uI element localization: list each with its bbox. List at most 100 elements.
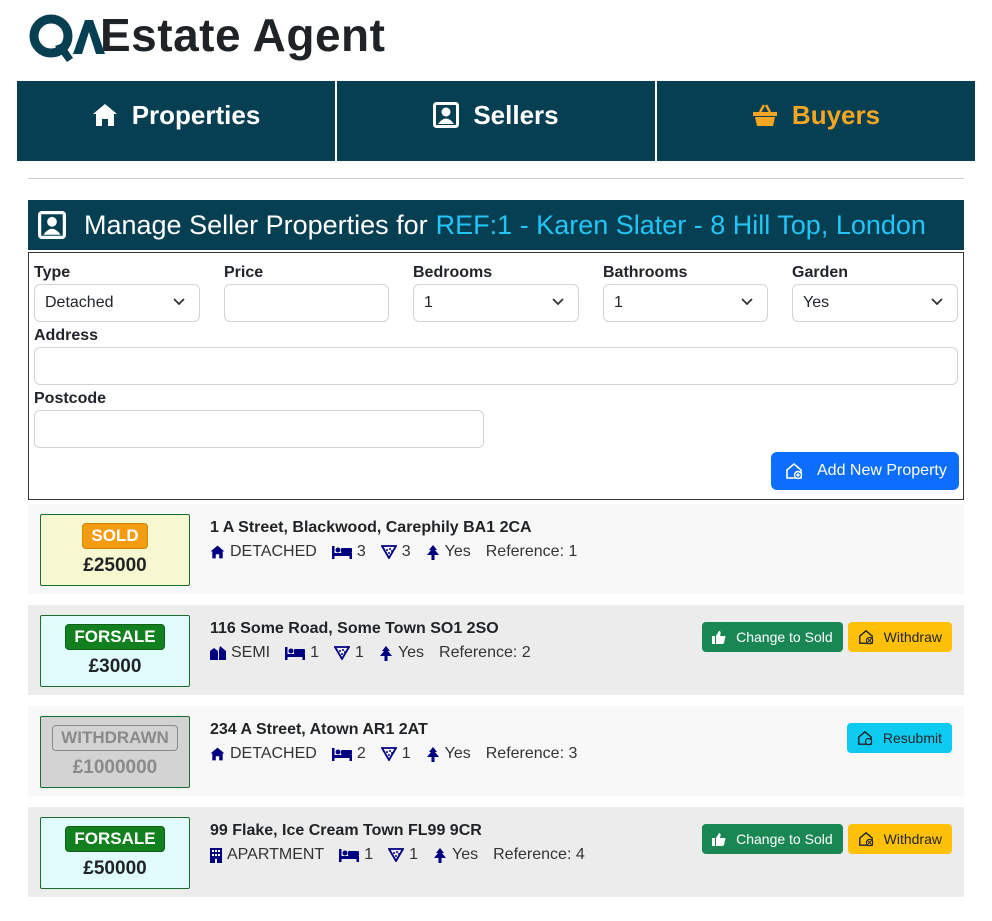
row-actions: Resubmit xyxy=(846,723,952,753)
property-address: 116 Some Road, Some Town SO1 2SO xyxy=(210,620,499,637)
tree-icon xyxy=(379,645,392,661)
bathrooms-label: Bathrooms xyxy=(603,264,688,281)
status-badge: FORSALE xyxy=(65,826,165,852)
nav-buyers[interactable]: Buyers xyxy=(657,81,975,161)
building-icon xyxy=(210,847,222,863)
type-label: Type xyxy=(34,264,71,281)
property-bedrooms: 3 xyxy=(331,543,366,561)
property-garden: Yes xyxy=(379,644,424,662)
panel-title: Manage Seller Properties for xyxy=(84,209,428,240)
bathrooms-select-value: 1 xyxy=(614,294,623,311)
bathrooms-value: 3 xyxy=(401,543,411,560)
price-input[interactable] xyxy=(224,284,389,322)
shower-icon xyxy=(380,747,397,761)
house-add-icon xyxy=(786,462,803,480)
change-to-sold-button[interactable]: Change to Sold xyxy=(702,824,843,854)
property-type-value: APARTMENT xyxy=(227,846,325,863)
row-actions: Change to Sold Withdraw xyxy=(702,622,952,652)
panel-heading: Manage Seller Properties for REF:1 - Kar… xyxy=(28,200,964,250)
property-type-value: DETACHED xyxy=(230,745,317,762)
property-bathrooms: 1 xyxy=(388,846,418,864)
bathrooms-value: 1 xyxy=(355,644,364,661)
chevron-down-icon xyxy=(173,298,185,306)
user-box-icon xyxy=(433,102,460,128)
tree-icon xyxy=(426,544,439,560)
bedrooms-select-value: 1 xyxy=(424,294,433,311)
house-refresh-icon xyxy=(857,730,873,746)
garden-value: Yes xyxy=(397,644,425,661)
bathrooms-value: 1 xyxy=(409,846,419,863)
garden-select[interactable]: Yes xyxy=(792,284,958,322)
add-new-property-button[interactable]: Add New Property xyxy=(771,452,959,490)
status-card: SOLD £25000 xyxy=(40,514,190,586)
property-row: FORSALE £50000 99 Flake, Ice Cream Town … xyxy=(28,807,964,897)
nav-buyers-label: Buyers xyxy=(791,99,881,130)
bedrooms-value: 1 xyxy=(364,846,374,863)
property-price: £50000 xyxy=(83,858,147,879)
property-garden: Yes xyxy=(426,745,471,763)
property-address: 1 A Street, Blackwood, Carephily BA1 2CA xyxy=(210,519,532,536)
property-garden: Yes xyxy=(426,543,471,561)
property-address: 234 A Street, Atown AR1 2AT xyxy=(210,721,428,738)
nav-properties[interactable]: Properties xyxy=(17,81,335,161)
address-input[interactable] xyxy=(34,347,958,385)
property-details: SEMI 1 1 Yes Reference: 2 xyxy=(210,644,546,662)
nav-sellers[interactable]: Sellers xyxy=(337,81,655,161)
property-bedrooms: 2 xyxy=(331,745,366,763)
property-price: £1000000 xyxy=(72,757,158,778)
property-price: £25000 xyxy=(83,555,147,576)
qa-logo-icon xyxy=(29,14,105,62)
houses-icon xyxy=(210,646,226,660)
main-nav: Properties Sellers Buyers xyxy=(17,81,975,161)
garden-value: Yes xyxy=(444,543,471,560)
property-details: DETACHED 3 3 Yes Reference: 1 xyxy=(210,543,592,561)
home-icon xyxy=(210,545,225,559)
property-price: £3000 xyxy=(88,656,142,677)
status-badge: FORSALE xyxy=(65,624,165,650)
postcode-label: Postcode xyxy=(34,390,107,407)
chevron-down-icon xyxy=(741,298,753,306)
property-type: APARTMENT xyxy=(210,846,324,864)
change-to-sold-button[interactable]: Change to Sold xyxy=(702,622,843,652)
seller-reference: REF:1 - Karen Slater - 8 Hill Top, Londo… xyxy=(435,209,926,240)
bed-icon xyxy=(285,647,306,660)
resubmit-button[interactable]: Resubmit xyxy=(846,723,952,753)
property-reference: Reference: 3 xyxy=(485,745,578,762)
row-actions: Change to Sold Withdraw xyxy=(702,824,952,854)
resubmit-label: Resubmit xyxy=(882,730,942,746)
status-badge: WITHDRAWN xyxy=(52,725,178,751)
bedrooms-label: Bedrooms xyxy=(413,264,493,281)
type-select-value: Detached xyxy=(45,294,114,311)
property-bedrooms: 1 xyxy=(339,846,373,864)
garden-value: Yes xyxy=(444,745,471,762)
user-box-icon xyxy=(38,211,66,239)
property-bathrooms: 1 xyxy=(334,644,364,662)
property-details: APARTMENT 1 1 Yes Reference: 4 xyxy=(210,846,600,864)
property-bathrooms: 1 xyxy=(380,745,411,763)
property-type: DETACHED xyxy=(210,745,317,763)
status-card: WITHDRAWN £1000000 xyxy=(40,716,190,788)
property-address: 99 Flake, Ice Cream Town FL99 9CR xyxy=(210,822,482,839)
property-type-value: SEMI xyxy=(231,644,271,661)
change-to-sold-label: Change to Sold xyxy=(736,831,833,847)
garden-label: Garden xyxy=(792,264,849,281)
bed-icon xyxy=(331,748,352,761)
nav-sellers-label: Sellers xyxy=(473,99,559,130)
status-card: FORSALE £50000 xyxy=(40,817,190,889)
type-select[interactable]: Detached xyxy=(34,284,200,322)
postcode-input[interactable] xyxy=(34,410,484,448)
property-bathrooms: 3 xyxy=(380,543,411,561)
bed-icon xyxy=(339,849,360,862)
property-row: SOLD £25000 1 A Street, Blackwood, Carep… xyxy=(28,504,964,594)
withdraw-button[interactable]: Withdraw xyxy=(847,824,952,854)
price-label: Price xyxy=(224,264,264,281)
add-property-form: Type Detached Price Bedrooms 1 Bathrooms… xyxy=(28,252,964,500)
thumbs-up-icon xyxy=(712,631,726,644)
address-label: Address xyxy=(34,327,99,344)
bedrooms-select[interactable]: 1 xyxy=(413,284,579,322)
bathrooms-select[interactable]: 1 xyxy=(603,284,768,322)
withdraw-button[interactable]: Withdraw xyxy=(847,622,952,652)
property-bedrooms: 1 xyxy=(285,644,319,662)
tree-icon xyxy=(434,847,447,863)
house-x-icon xyxy=(858,831,873,847)
